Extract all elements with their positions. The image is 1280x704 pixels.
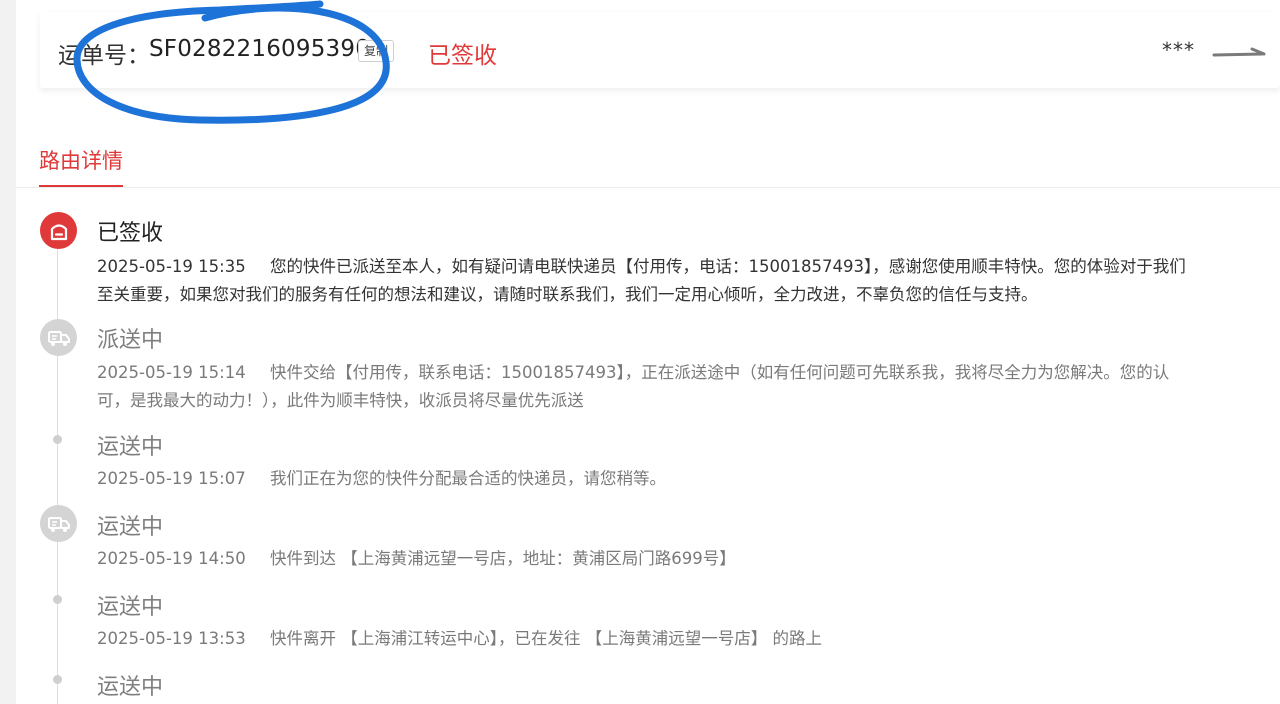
event-time: 2025-05-19 15:14 <box>97 363 246 382</box>
event-time: 2025-05-19 15:07 <box>97 469 246 488</box>
event-description: 快件到达 【上海黄浦远望一号店，地址：黄浦区局门路699号】 <box>270 549 736 568</box>
event-description: 快件离开 【上海浦江转运中心】，已在发往 【上海黄浦远望一号店】 的路上 <box>270 629 822 648</box>
event-body: 2025-05-19 15:14 快件交给【付用传，联系电话：1500185749… <box>97 359 1187 415</box>
event-title: 运送中 <box>97 515 164 540</box>
signed-box-icon <box>40 212 77 249</box>
event-title: 派送中 <box>97 328 164 353</box>
timeline-dot <box>53 435 62 444</box>
delivery-truck-icon <box>40 319 77 356</box>
route-timeline: 已签收 2025-05-19 15:35 您的快件已派送至本人，如有疑问请电联快递… <box>0 0 1280 704</box>
event-description: 我们正在为您的快件分配最合适的快递员，请您稍等。 <box>270 469 666 488</box>
delivery-truck-icon <box>40 505 77 542</box>
event-body: 2025-05-19 15:35 您的快件已派送至本人，如有疑问请电联快递员【付用… <box>97 253 1187 309</box>
event-body: 2025-05-19 14:50 快件到达 【上海黄浦远望一号店，地址：黄浦区局门… <box>97 545 1187 573</box>
event-title: 运送中 <box>97 435 164 460</box>
timeline-line <box>57 232 58 704</box>
timeline-dot <box>53 595 62 604</box>
event-body: 2025-05-19 15:07 我们正在为您的快件分配最合适的快递员，请您稍等。 <box>97 465 1187 493</box>
event-title: 运送中 <box>97 675 164 700</box>
event-title: 运送中 <box>97 595 164 620</box>
timeline-dot <box>53 675 62 684</box>
event-time: 2025-05-19 13:53 <box>97 629 246 648</box>
event-title: 已签收 <box>97 221 164 246</box>
event-time: 2025-05-19 15:35 <box>97 257 246 276</box>
event-body: 2025-05-19 13:53 快件离开 【上海浦江转运中心】，已在发往 【上海… <box>97 625 1187 653</box>
event-time: 2025-05-19 14:50 <box>97 549 246 568</box>
